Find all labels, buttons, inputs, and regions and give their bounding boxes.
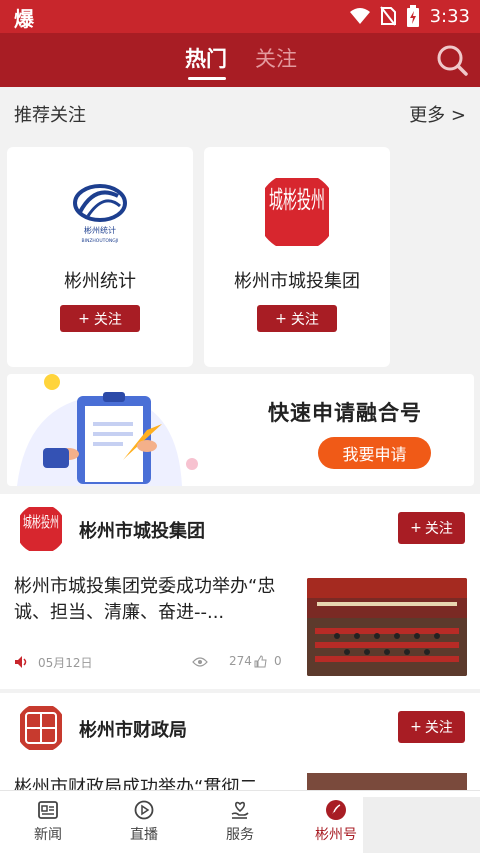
nav-chenzhou-label: 彬州号 — [315, 827, 357, 843]
like-thumb-icon[interactable] — [254, 655, 267, 668]
follow-button[interactable]: + 关注 — [398, 711, 465, 743]
follow-button[interactable]: + 关注 — [257, 305, 337, 332]
account-name[interactable]: 彬州市财政局 — [79, 716, 187, 742]
top-header: 热门 关注 — [0, 33, 480, 87]
article-date: 05月12日 — [38, 656, 93, 670]
article-title[interactable]: 彬州市城投集团党委成功举办“忠诚、担当、清廉、奋进--... — [14, 574, 296, 626]
tab-follow[interactable]: 关注 — [255, 43, 297, 73]
follow-label: 关注 — [424, 720, 453, 736]
like-count: 0 — [274, 654, 282, 668]
nav-news[interactable]: 新闻 — [18, 799, 78, 844]
active-tab-indicator — [188, 77, 226, 80]
tongji-logo-text: 彬州统计 — [84, 225, 116, 235]
views-eye-icon — [192, 657, 208, 667]
clock: 3:33 — [429, 5, 470, 27]
plus-icon: + — [410, 520, 422, 536]
account-name[interactable]: 彬州市城投集团 — [79, 517, 205, 543]
follow-label: 关注 — [290, 311, 319, 328]
live-icon — [134, 800, 154, 820]
follow-button[interactable]: + 关注 — [398, 512, 465, 544]
follow-label: 关注 — [424, 521, 453, 537]
nav-service-label: 服务 — [226, 827, 254, 843]
chenzhou-icon — [326, 800, 346, 820]
status-bar: 爆 3:33 — [0, 0, 480, 33]
audio-icon[interactable] — [14, 655, 28, 669]
apply-banner[interactable]: 快速申请融合号 我要申请 — [7, 374, 474, 486]
article-meta: 05月12日 274 0 — [14, 654, 284, 670]
view-count: 274 — [229, 654, 252, 668]
account-avatar[interactable] — [16, 703, 66, 753]
tab-hot[interactable]: 热门 — [185, 43, 227, 73]
plus-icon: + — [410, 719, 422, 735]
card-name: 彬州市城投集团 — [234, 271, 360, 292]
banner-title: 快速申请融合号 — [268, 401, 422, 425]
recommend-title: 推荐关注 — [14, 105, 86, 126]
recommend-card-tongji[interactable]: 彬州统计 BINZHOUTONGJI 彬州统计 + 关注 — [7, 147, 193, 367]
watermark-area — [363, 797, 480, 853]
nav-service[interactable]: 服务 — [210, 799, 270, 844]
chengtou-logo: 城彬投州 — [257, 172, 337, 252]
status-icons: 3:33 — [349, 5, 470, 27]
nav-news-label: 新闻 — [34, 827, 62, 843]
follow-button[interactable]: + 关注 — [60, 305, 140, 332]
search-icon[interactable] — [434, 42, 470, 78]
tongji-logo-subtext: BINZHOUTONGJI — [82, 238, 119, 244]
app-notification-icon: 爆 — [14, 7, 34, 31]
plus-icon: + — [275, 310, 287, 327]
no-sim-icon — [379, 6, 396, 26]
plus-icon: + — [78, 310, 90, 327]
tongji-logo: 彬州统计 BINZHOUTONGJI — [60, 172, 140, 252]
feed-item[interactable]: 城彬投州 彬州市城投集团 + 关注 彬州市城投集团党委成功举办“忠诚、担当、清廉… — [0, 494, 480, 689]
follow-label: 关注 — [93, 311, 122, 328]
news-icon — [38, 801, 58, 819]
page: 爆 3:33 热门 关注 推荐关注 更多 > 彬州统计 BINZHOUTONGJ… — [0, 0, 480, 853]
battery-icon — [406, 5, 419, 27]
nav-live-label: 直播 — [130, 827, 158, 843]
wifi-icon — [349, 8, 370, 24]
feed-item[interactable]: 彬州市财政局 + 关注 彬州市财政局成功举办“贯彻二 — [0, 693, 480, 798]
chengtou-logo-text: 城彬投州 — [269, 186, 325, 214]
card-name: 彬州统计 — [64, 271, 136, 292]
apply-button[interactable]: 我要申请 — [318, 437, 431, 469]
article-thumbnail[interactable] — [307, 578, 467, 676]
nav-chenzhou-hao[interactable]: 彬州号 — [306, 799, 366, 844]
nav-live[interactable]: 直播 — [114, 799, 174, 844]
recommend-card-chengtou[interactable]: 城彬投州 彬州市城投集团 + 关注 — [204, 147, 390, 367]
service-icon — [231, 801, 249, 819]
avatar-text: 城彬投州 — [23, 513, 59, 531]
account-avatar[interactable]: 城彬投州 — [16, 504, 66, 554]
more-link[interactable]: 更多 > — [409, 101, 466, 127]
clipboard-illustration — [17, 374, 198, 486]
